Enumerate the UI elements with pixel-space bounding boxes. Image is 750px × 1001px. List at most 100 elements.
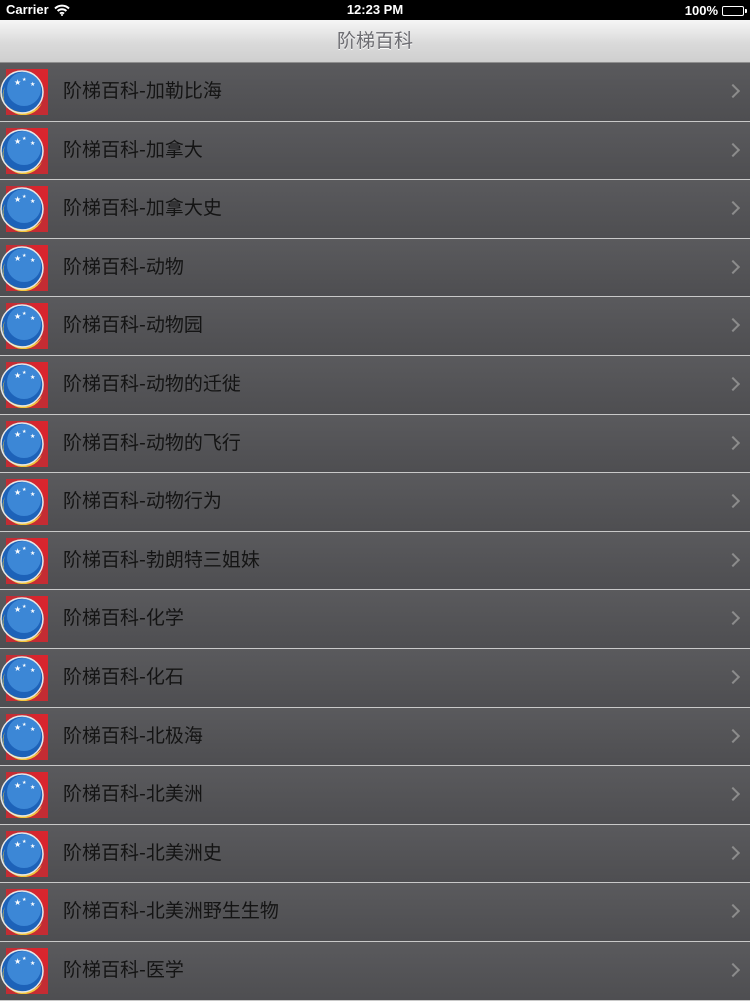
svg-text:★: ★ (14, 781, 21, 790)
svg-text:★: ★ (30, 491, 35, 498)
svg-text:★: ★ (30, 374, 35, 381)
svg-text:★: ★ (22, 487, 27, 493)
svg-text:★: ★ (22, 780, 27, 786)
crescent-moon-stars-icon: ★ ★ ★ (0, 69, 48, 115)
list-item[interactable]: ★ ★ ★ 阶梯百科-动物行为 (0, 473, 750, 532)
crescent-moon-stars-icon: ★ ★ ★ (0, 186, 48, 233)
crescent-moon-stars-icon: ★ ★ ★ (0, 947, 48, 994)
crescent-moon-stars-icon: ★ ★ ★ (0, 537, 48, 584)
list-item[interactable]: ★ ★ ★ 阶梯百科-北美洲 (0, 766, 750, 825)
navigation-bar: 阶梯百科 (0, 20, 750, 63)
crescent-moon-stars-icon: ★ ★ ★ (0, 127, 48, 174)
list-item[interactable]: ★ ★ ★ 阶梯百科-动物 (0, 238, 750, 298)
svg-text:★: ★ (30, 140, 35, 147)
svg-text:★: ★ (22, 136, 27, 142)
list-item[interactable]: ★ ★ ★ 阶梯百科-动物的飞行 (0, 414, 750, 474)
list-item[interactable]: ★ ★ ★ 阶梯百科-动物园 (0, 297, 750, 356)
list-item[interactable]: ★ ★ ★ 阶梯百科-加拿大史 (0, 180, 750, 239)
svg-text:★: ★ (30, 784, 35, 791)
crescent-moon-stars-icon: ★ ★ ★ (0, 596, 48, 643)
svg-text:★: ★ (30, 608, 35, 615)
list-item[interactable]: ★ ★ ★ 阶梯百科-加拿大 (0, 121, 750, 181)
svg-text:★: ★ (22, 604, 27, 610)
list-item[interactable]: ★ ★ ★ 阶梯百科-化学 (0, 590, 750, 649)
svg-text:★: ★ (14, 723, 21, 732)
svg-text:★: ★ (30, 667, 35, 674)
chevron-right-icon (725, 552, 741, 567)
crescent-moon-stars-icon: ★ ★ ★ (0, 479, 48, 526)
chevron-right-icon (725, 845, 741, 860)
encyclopedia-list: ★ ★ ★ 阶梯百科-加勒比海 ★ ★ ★ 阶梯百科-加拿大 ★ ★ ★ 阶梯百… (0, 63, 750, 1001)
battery-icon (722, 5, 747, 16)
chevron-right-icon (725, 142, 741, 157)
svg-text:★: ★ (22, 546, 27, 552)
svg-text:★: ★ (14, 254, 21, 263)
list-item[interactable]: ★ ★ ★ 阶梯百科-勃朗特三姐妹 (0, 531, 750, 591)
svg-text:★: ★ (30, 901, 35, 908)
svg-text:★: ★ (30, 550, 35, 557)
chevron-right-icon (725, 962, 741, 977)
svg-text:★: ★ (30, 960, 35, 967)
chevron-right-icon (725, 435, 741, 450)
page-title: 阶梯百科 (336, 30, 413, 52)
status-bar: Carrier 12:23 PM 100% (0, 0, 750, 20)
svg-text:★: ★ (22, 839, 27, 845)
svg-text:★: ★ (14, 605, 21, 614)
list-item-label: 阶梯百科-动物的飞行 (63, 431, 241, 454)
svg-text:★: ★ (14, 957, 21, 966)
svg-text:★: ★ (14, 195, 21, 204)
svg-text:★: ★ (22, 429, 27, 435)
chevron-right-icon (725, 259, 741, 274)
crescent-moon-stars-icon: ★ ★ ★ (0, 772, 48, 819)
svg-text:★: ★ (30, 433, 35, 440)
svg-text:★: ★ (14, 78, 21, 87)
svg-text:★: ★ (14, 898, 21, 907)
list-item[interactable]: ★ ★ ★ 阶梯百科-北美洲史 (0, 824, 750, 884)
crescent-moon-stars-icon: ★ ★ ★ (0, 420, 48, 467)
svg-text:★: ★ (22, 194, 27, 200)
list-item-label: 阶梯百科-动物行为 (63, 490, 222, 513)
list-item-label: 阶梯百科-化石 (63, 665, 184, 688)
svg-text:★: ★ (30, 315, 35, 322)
list-item[interactable]: ★ ★ ★ 阶梯百科-北美洲野生生物 (0, 883, 750, 942)
list-item[interactable]: ★ ★ ★ 阶梯百科-医学 (0, 941, 750, 1001)
list-item[interactable]: ★ ★ ★ 阶梯百科-动物的迁徙 (0, 355, 750, 415)
chevron-right-icon (725, 376, 741, 392)
svg-text:★: ★ (30, 726, 35, 733)
svg-text:★: ★ (14, 430, 21, 439)
battery-indicator: 100% (684, 3, 747, 18)
svg-text:★: ★ (30, 81, 35, 88)
list-item-label: 阶梯百科-加拿大史 (63, 197, 222, 220)
list-item[interactable]: ★ ★ ★ 阶梯百科-化石 (0, 648, 750, 708)
list-item-label: 阶梯百科-医学 (63, 958, 184, 981)
list-item-label: 阶梯百科-动物 (63, 255, 184, 278)
svg-text:★: ★ (22, 663, 27, 669)
svg-text:★: ★ (30, 843, 35, 850)
svg-text:★: ★ (22, 897, 27, 903)
chevron-right-icon (725, 904, 741, 919)
svg-text:★: ★ (14, 488, 21, 497)
list-item-label: 阶梯百科-北美洲野生生物 (63, 900, 279, 923)
svg-text:★: ★ (14, 137, 21, 146)
list-item-label: 阶梯百科-加勒比海 (63, 80, 222, 102)
chevron-right-icon (725, 494, 741, 509)
list-item-label: 阶梯百科-勃朗特三姐妹 (63, 548, 260, 571)
chevron-right-icon (725, 787, 741, 802)
crescent-moon-stars-icon: ★ ★ ★ (0, 361, 48, 408)
list-item[interactable]: ★ ★ ★ 阶梯百科-北极海 (0, 707, 750, 767)
chevron-right-icon (725, 201, 741, 216)
list-item[interactable]: ★ ★ ★ 阶梯百科-加勒比海 (0, 63, 750, 122)
list-item-label: 阶梯百科-动物园 (63, 314, 203, 337)
svg-text:★: ★ (22, 311, 27, 317)
crescent-moon-stars-icon: ★ ★ ★ (0, 244, 48, 291)
svg-text:★: ★ (22, 956, 27, 962)
svg-text:★: ★ (14, 840, 21, 849)
chevron-right-icon (725, 669, 741, 685)
list-item-label: 阶梯百科-加拿大 (63, 138, 203, 161)
svg-text:★: ★ (22, 77, 27, 83)
crescent-moon-stars-icon: ★ ★ ★ (0, 654, 48, 701)
svg-text:★: ★ (22, 722, 27, 728)
list-item-label: 阶梯百科-动物的迁徙 (63, 372, 241, 395)
battery-percent: 100% (684, 3, 718, 18)
svg-text:★: ★ (14, 371, 21, 380)
